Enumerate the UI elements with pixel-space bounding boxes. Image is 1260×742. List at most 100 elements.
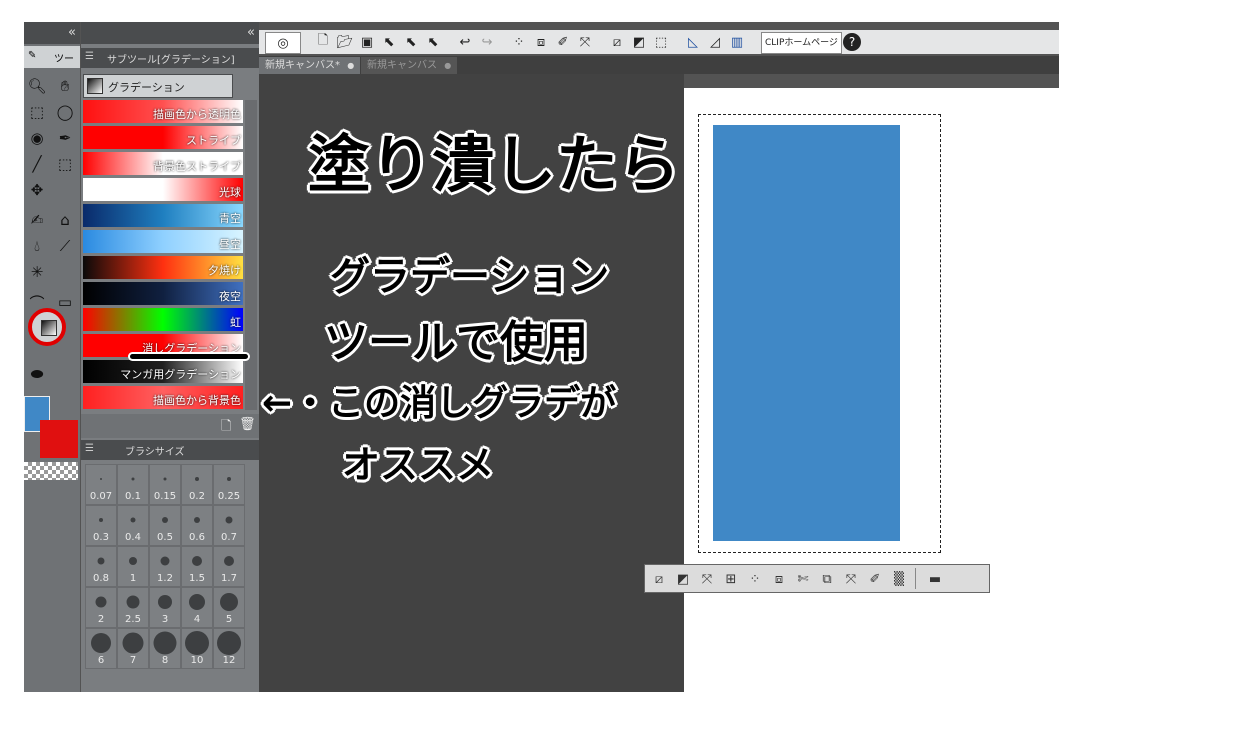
brush-size-cell[interactable]: 0.8 [85, 546, 117, 587]
clear-outside-icon[interactable]: ⧄ [607, 32, 627, 52]
tool-tab-label[interactable]: ツー [54, 50, 74, 65]
gradient-preset-item[interactable]: 昼空 [83, 230, 243, 253]
gradient-preset-item[interactable]: ストライプ [83, 126, 243, 149]
clear-outside-icon[interactable]: ⧄ [649, 569, 669, 589]
gradient-preset-item[interactable]: 青空 [83, 204, 243, 227]
brush-size-cell[interactable]: 6 [85, 628, 117, 669]
brush-size-cell[interactable]: 0.2 [181, 464, 213, 505]
brush-size-cell[interactable]: 1.2 [149, 546, 181, 587]
brush-size-cell[interactable]: 2.5 [117, 587, 149, 628]
clear-icon[interactable]: ⁘ [509, 32, 529, 52]
gradient-preset-item[interactable]: 夕焼け [83, 256, 243, 279]
expand-icon[interactable]: ⤧ [575, 32, 595, 52]
brush-tool-icon[interactable]: ╱ [24, 152, 50, 176]
lasso-tool-icon[interactable]: ◯ [52, 100, 78, 124]
brush-size-cell[interactable]: 1.5 [181, 546, 213, 587]
eraser-tool-icon[interactable]: ⌂ [52, 208, 78, 232]
snap-grid-icon[interactable]: ▥ [727, 32, 747, 52]
brush-size-cell[interactable]: 0.4 [117, 505, 149, 546]
brush-size-cell[interactable]: 8 [149, 628, 181, 669]
blend-tool-icon[interactable]: ⟋ [52, 234, 78, 258]
gradient-preset-item[interactable]: 背景色ストライプ [83, 152, 243, 175]
transform-icon[interactable]: ⧈ [531, 32, 551, 52]
invert-icon[interactable]: ◩ [629, 32, 649, 52]
move-tool-icon[interactable]: ✥ [24, 178, 50, 202]
transform-icon[interactable]: ⧈ [769, 569, 789, 589]
brush-size-cell[interactable]: 1.7 [213, 546, 245, 587]
brush-size-cell[interactable]: 0.6 [181, 505, 213, 546]
gradient-preset-item[interactable]: 描画色から背景色 [83, 386, 243, 409]
brush-size-cell[interactable]: 5 [213, 587, 245, 628]
settings-icon[interactable]: ▬ [925, 569, 945, 589]
snap-special-icon[interactable]: ◿ [705, 32, 725, 52]
sub-color-swatch[interactable] [40, 420, 78, 458]
zoom-tool-icon[interactable]: 🔍︎ [24, 74, 50, 98]
eye-tool-icon[interactable]: ◉ [24, 126, 50, 150]
undo-icon[interactable]: ↩ [455, 32, 475, 52]
doc-tab-active[interactable]: 新規キャンバス* ● [259, 57, 361, 74]
close-icon[interactable]: ● [347, 61, 354, 70]
invert-icon[interactable]: ◩ [673, 569, 693, 589]
sparkle-tool-icon[interactable]: ✳ [24, 260, 50, 284]
brush-size-cell[interactable]: 3 [149, 587, 181, 628]
rect-select-icon[interactable]: ⬚ [52, 152, 78, 176]
brush-size-cell[interactable]: 0.3 [85, 505, 117, 546]
gradient-preset-item[interactable]: マンガ用グラデーション [83, 360, 243, 383]
expand-icon[interactable]: ⤧ [697, 569, 717, 589]
clear-icon[interactable]: ⁘ [745, 569, 765, 589]
transparent-color-swatch[interactable] [24, 462, 78, 480]
clip-home-button[interactable]: CLIPホームページ [761, 32, 842, 54]
select-layer-icon[interactable]: ⬉ [379, 32, 399, 52]
deselect-icon[interactable]: ⬉ [423, 32, 443, 52]
gradient-preset-item[interactable]: 虹 [83, 308, 243, 331]
brush-size-cell[interactable]: 7 [117, 628, 149, 669]
brush-size-cell[interactable]: 12 [213, 628, 245, 669]
cut-paste-icon[interactable]: ✄ [793, 569, 813, 589]
brush-size-cell[interactable]: 0.07 [85, 464, 117, 505]
trash-icon[interactable]: 🗑︎ [239, 417, 256, 432]
redo-icon[interactable]: ↪ [477, 32, 497, 52]
gradient-list-scrollbar[interactable] [245, 100, 257, 410]
select-all-icon[interactable]: ⬉ [401, 32, 421, 52]
close-icon[interactable]: ● [444, 61, 451, 70]
fill-selection-icon[interactable]: ✐ [553, 32, 573, 52]
brush-size-cell[interactable]: 0.15 [149, 464, 181, 505]
brush-size-cell[interactable]: 0.1 [117, 464, 149, 505]
gradient-preset-item[interactable]: 光球 [83, 178, 243, 201]
menu-icon[interactable]: ☰ [85, 443, 94, 454]
copy-paste-icon[interactable]: ⧉ [817, 569, 837, 589]
scale-icon[interactable]: ⤧ [841, 569, 861, 589]
gradient-tool-icon[interactable] [28, 308, 66, 346]
brush-size-cell[interactable]: 1 [117, 546, 149, 587]
operation-tool-icon[interactable]: ⬚ [24, 100, 50, 124]
collapse-icon[interactable]: « [247, 25, 255, 40]
brush-size-cell[interactable]: 0.5 [149, 505, 181, 546]
open-folder-icon[interactable]: 📂︎ [335, 32, 355, 52]
menu-icon[interactable]: ☰ [85, 51, 94, 62]
brush-size-cell[interactable]: 2 [85, 587, 117, 628]
new-file-icon[interactable]: 🗋︎ [313, 32, 333, 52]
grid-select-icon[interactable]: ⊞ [721, 569, 741, 589]
pen-tool-icon[interactable]: ✒ [52, 126, 78, 150]
ruler-tool-icon[interactable]: ⬬ [24, 362, 50, 386]
show-selection-icon[interactable]: ⬚ [651, 32, 671, 52]
brush-size-cell[interactable]: 0.7 [213, 505, 245, 546]
save-icon[interactable]: ▣ [357, 32, 377, 52]
doc-tab-inactive[interactable]: 新規キャンバス ● [361, 57, 458, 74]
subtool-group-tab[interactable]: グラデーション [83, 74, 233, 98]
new-subtool-icon[interactable]: 🗋︎ [221, 417, 231, 439]
hand-tool-icon[interactable]: ✋︎ [52, 74, 78, 98]
brush-size-cell[interactable]: 4 [181, 587, 213, 628]
snap-ruler-icon[interactable]: ◺ [683, 32, 703, 52]
fill-tool-icon[interactable]: 💧︎ [24, 234, 50, 258]
brush-size-cell[interactable]: 0.25 [213, 464, 245, 505]
fill-selection-icon[interactable]: ✐ [865, 569, 885, 589]
gradient-preset-item[interactable]: 夜空 [83, 282, 243, 305]
screen-tone-icon[interactable]: ▒ [889, 569, 909, 589]
pen-tab-icon[interactable]: ✎ [28, 50, 36, 61]
collapse-icon[interactable]: « [68, 25, 76, 40]
help-button[interactable]: ? [843, 33, 861, 51]
airbrush-tool-icon[interactable]: ✍ [24, 208, 50, 232]
clip-logo-icon[interactable]: ◎ [265, 32, 301, 54]
gradient-preset-item[interactable]: 描画色から透明色 [83, 100, 243, 123]
